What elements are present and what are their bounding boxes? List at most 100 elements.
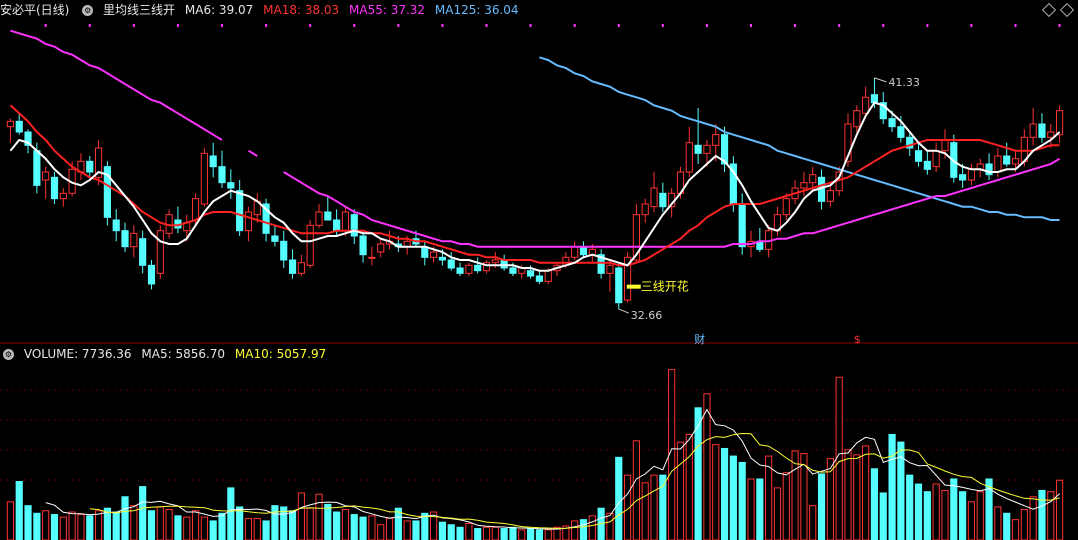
volume-bar (482, 526, 491, 540)
candle-body (112, 219, 120, 232)
volume-bar (77, 514, 85, 540)
candle-body (465, 264, 473, 274)
volume-bar (950, 478, 958, 540)
candle-body (315, 211, 323, 226)
volume-bar (491, 526, 499, 540)
low-label: 32.66 (631, 309, 663, 322)
volume-bar (703, 393, 711, 540)
gear-icon[interactable]: ⚙ (82, 5, 94, 16)
signal-arrow (626, 284, 641, 289)
volume-bar (773, 487, 782, 540)
volume-bar (359, 516, 367, 540)
candle-body (535, 275, 543, 282)
volume-bar (236, 506, 244, 540)
volume-bar (33, 512, 41, 540)
stock-name[interactable]: 安必平(日线) (0, 3, 69, 17)
volume-bar (535, 529, 543, 540)
signal-marker (176, 24, 179, 27)
candle-body (914, 150, 923, 162)
volume-bar (474, 528, 482, 540)
volume-bar (24, 505, 32, 540)
candle-body (694, 144, 702, 154)
volume-bar (694, 407, 702, 540)
volume-bar (183, 516, 191, 540)
ma6-label: MA6: 39.07 (184, 3, 254, 17)
ma125-line (539, 56, 1060, 221)
gear-icon-volume[interactable]: ⚙ (3, 349, 14, 360)
candle-body (359, 235, 367, 256)
volume-bar (738, 461, 746, 540)
volume-bar (976, 491, 984, 540)
signal-marker (132, 24, 135, 27)
volume-bar (509, 526, 517, 540)
volume-bar (720, 447, 729, 540)
volume-bar (341, 508, 350, 540)
volume-bar (147, 510, 156, 540)
volume-bar (747, 478, 755, 540)
volume-bar (685, 433, 693, 540)
candle-body (33, 150, 41, 186)
signal-marker (397, 24, 400, 27)
candle-body (527, 270, 535, 277)
volume-bar (756, 478, 764, 540)
candle-body (615, 267, 623, 304)
volume-bar (68, 511, 76, 540)
volume-bar (500, 528, 508, 540)
candle-body (1003, 155, 1011, 165)
candle-body (50, 176, 59, 200)
candle-body (738, 203, 746, 248)
volume-bar (650, 474, 658, 540)
volume-bar (862, 445, 870, 540)
candle-body (139, 238, 147, 266)
signal-marker (705, 24, 708, 27)
candle-body (853, 110, 861, 128)
volume-bar (1038, 489, 1046, 540)
candle-body (509, 267, 517, 274)
candle-body (932, 150, 940, 168)
candle-body (685, 142, 693, 173)
high-label: 41.33 (888, 76, 920, 89)
volume-bar (209, 520, 217, 540)
signal-marker (617, 24, 620, 27)
candle-body (236, 190, 244, 232)
candle-body (941, 139, 949, 152)
volume-bar (86, 515, 94, 540)
volume-header: ⚙ VOLUME: 7736.36 MA5: 5856.70 MA10: 505… (0, 344, 1078, 364)
candle-body (324, 211, 332, 221)
volume-bar (615, 456, 623, 540)
candle-body (368, 256, 376, 259)
vol-ma5-label: MA5: 5856.70 (141, 347, 226, 361)
volume-bar (6, 501, 14, 540)
volume-bar (817, 473, 826, 540)
volume-bar (870, 468, 879, 540)
volume-bar (50, 514, 59, 540)
volume-bar (368, 515, 376, 540)
volume-bar (906, 474, 914, 540)
candle-body (244, 211, 253, 232)
candle-body (297, 262, 305, 274)
volume-bar (967, 501, 976, 540)
volume-bar (200, 516, 208, 540)
volume-bar (271, 505, 279, 540)
signal-marker (970, 24, 973, 27)
signal-marker (529, 24, 532, 27)
candle-body (456, 267, 464, 274)
candle-body (967, 168, 976, 181)
volume-bar (1020, 508, 1028, 540)
candle-body (218, 166, 226, 184)
vol-ma10-label: MA10: 5057.97 (234, 347, 327, 361)
volume-bar (438, 521, 447, 540)
volume-bar (1047, 491, 1055, 540)
volume-bar (1011, 519, 1020, 540)
volume-bar (844, 449, 852, 540)
candle-body (826, 190, 834, 202)
volume-bar (174, 515, 182, 540)
candle-body (191, 198, 200, 221)
volume-bar (112, 511, 120, 540)
volume-bar (835, 376, 843, 540)
candle-body (659, 192, 667, 208)
indicator-name[interactable]: 里均线三线开 (103, 3, 175, 17)
candle-body (923, 160, 931, 170)
price-header: 安必平(日线) ⚙ 里均线三线开 MA6: 39.07 MA18: 38.03 … (0, 0, 1078, 20)
volume-bar (959, 491, 967, 540)
